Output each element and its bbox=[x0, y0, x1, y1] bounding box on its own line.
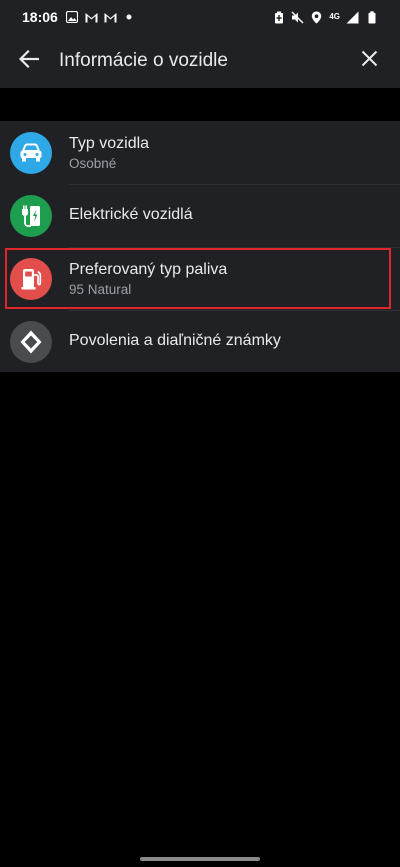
location-icon bbox=[310, 11, 323, 24]
signal-icon bbox=[346, 11, 359, 24]
list-item-text: Povolenia a diaľničné známky bbox=[69, 331, 281, 351]
diamond-sign-icon bbox=[10, 321, 52, 363]
close-button[interactable] bbox=[352, 44, 386, 78]
network-type-label: 4G bbox=[329, 12, 340, 21]
close-icon bbox=[361, 50, 378, 72]
selection-highlight bbox=[5, 248, 391, 309]
list-item-permits-vignettes[interactable]: Povolenia a diaľničné známky bbox=[0, 311, 400, 372]
section-spacer bbox=[0, 88, 400, 121]
car-icon bbox=[10, 132, 52, 174]
ev-charger-icon bbox=[10, 195, 52, 237]
gallery-icon bbox=[66, 11, 79, 24]
list-item-electric-vehicles[interactable]: Elektrické vozidlá bbox=[0, 185, 400, 247]
list-item-title: Typ vozidla bbox=[69, 135, 150, 152]
list-item-title: Povolenia a diaľničné známky bbox=[69, 332, 281, 349]
status-time: 18:06 bbox=[22, 9, 58, 25]
notification-dot-icon bbox=[123, 11, 136, 24]
back-button[interactable] bbox=[12, 44, 46, 78]
status-bar: 18:06 4G bbox=[0, 0, 400, 34]
status-right: 4G bbox=[272, 10, 378, 24]
list-item-vehicle-type[interactable]: Typ vozidla Osobné bbox=[0, 121, 400, 184]
status-left: 18:06 bbox=[22, 9, 136, 25]
page-title: Informácie o vozidle bbox=[59, 50, 228, 71]
battery-icon bbox=[365, 10, 378, 24]
list-item-text: Elektrické vozidlá bbox=[69, 205, 193, 225]
app-bar: Informácie o vozidle bbox=[0, 34, 400, 88]
list-item-title: Elektrické vozidlá bbox=[69, 206, 193, 223]
battery-saver-icon bbox=[272, 11, 285, 24]
mute-icon bbox=[291, 11, 304, 24]
vehicle-info-list: Typ vozidla Osobné Elektrické vozidlá Pr… bbox=[0, 121, 400, 372]
list-item-text: Typ vozidla Osobné bbox=[69, 134, 149, 173]
arrow-left-icon bbox=[18, 49, 40, 73]
list-item-subtitle: Osobné bbox=[69, 156, 117, 171]
gmail-icon bbox=[85, 11, 98, 24]
gmail-icon bbox=[104, 11, 117, 24]
gesture-nav-handle[interactable] bbox=[140, 857, 260, 861]
